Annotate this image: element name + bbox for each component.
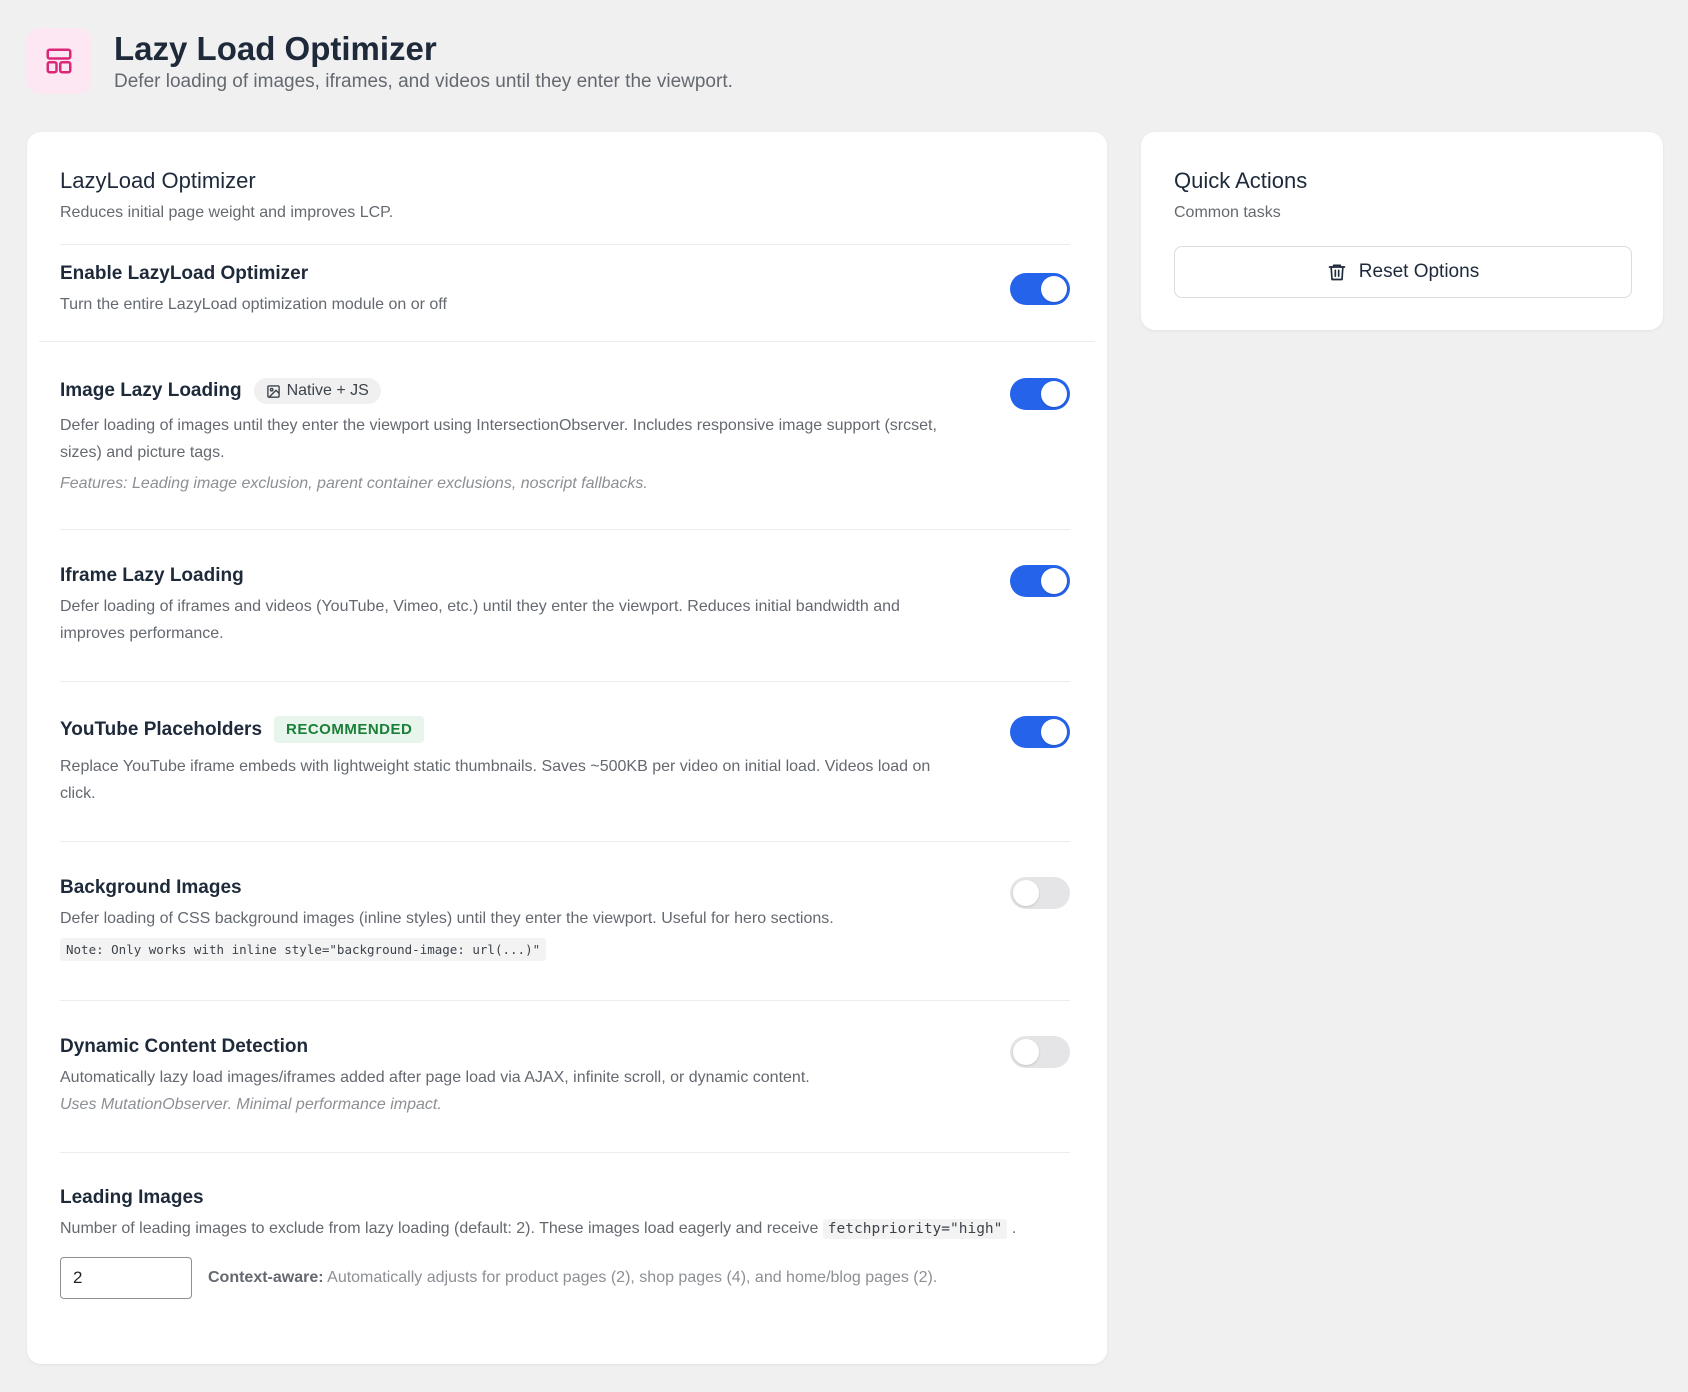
setting-image-lazy-loading: Image Lazy Loading Native + JS Defer loa…: [60, 378, 1070, 497]
setting-note: Uses MutationObserver. Minimal performan…: [60, 1096, 442, 1113]
trash-icon: [1327, 262, 1347, 282]
divider: [60, 1152, 1070, 1153]
badge-label: Native + JS: [286, 382, 369, 399]
desc-text: Number of leading images to exclude from…: [60, 1220, 819, 1237]
divider: [60, 841, 1070, 842]
setting-title: Leading Images: [60, 1187, 204, 1208]
card-subtitle: Reduces initial page weight and improves…: [60, 204, 394, 221]
page-subtitle: Defer loading of images, iframes, and vi…: [114, 71, 733, 92]
setting-title: YouTube Placeholders: [60, 718, 263, 740]
reset-options-button[interactable]: Reset Options: [1174, 246, 1632, 298]
settings-card: LazyLoad Optimizer Reduces initial page …: [27, 132, 1107, 1364]
context-aware-label: Context-aware:: [208, 1269, 324, 1286]
setting-title: Dynamic Content Detection: [60, 1036, 309, 1057]
recommended-badge: RECOMMENDED: [274, 716, 425, 743]
native-js-badge: Native + JS: [253, 378, 381, 404]
page-title: Lazy Load Optimizer: [114, 30, 437, 67]
setting-desc: Automatically lazy load images/iframes a…: [60, 1069, 810, 1086]
setting-desc: Replace YouTube iframe embeds with light…: [60, 758, 931, 802]
desc-suffix: .: [1011, 1220, 1017, 1237]
setting-leading-images: Leading Images Number of leading images …: [60, 1187, 1070, 1299]
divider: [60, 244, 1070, 245]
page-header: Lazy Load Optimizer Defer loading of ima…: [26, 28, 733, 94]
context-aware-text: Context-aware: Automatically adjusts for…: [208, 1269, 937, 1287]
code-note: Note: Only works with inline style="back…: [60, 938, 547, 961]
enable-lazyload-toggle[interactable]: [1010, 273, 1070, 305]
divider: [39, 341, 1095, 342]
image-icon: [266, 384, 281, 399]
divider: [60, 1000, 1070, 1001]
setting-title: Enable LazyLoad Optimizer: [60, 263, 309, 284]
layout-icon: [26, 28, 92, 94]
setting-desc: Defer loading of images until they enter…: [60, 417, 937, 461]
card-title: LazyLoad Optimizer: [60, 168, 256, 193]
setting-desc: Number of leading images to exclude from…: [60, 1215, 1070, 1243]
setting-desc: Defer loading of CSS background images (…: [60, 910, 834, 927]
setting-title: Iframe Lazy Loading: [60, 565, 244, 586]
leading-input-row: Context-aware: Automatically adjusts for…: [60, 1257, 1070, 1299]
setting-enable-lazyload: Enable LazyLoad Optimizer Turn the entir…: [60, 263, 1070, 318]
fetchpriority-code: fetchpriority="high": [822, 1219, 1008, 1239]
iframe-lazy-loading-toggle[interactable]: [1010, 565, 1070, 597]
leading-images-input[interactable]: [60, 1257, 192, 1299]
divider: [60, 681, 1070, 682]
setting-dynamic-content-detection: Dynamic Content Detection Automatically …: [60, 1036, 1070, 1118]
setting-desc: Defer loading of iframes and videos (You…: [60, 598, 900, 642]
quick-actions-card: Quick Actions Common tasks Reset Options: [1141, 132, 1663, 330]
image-lazy-loading-toggle[interactable]: [1010, 378, 1070, 410]
divider: [60, 529, 1070, 530]
background-images-toggle[interactable]: [1010, 877, 1070, 909]
setting-note: Features: Leading image exclusion, paren…: [60, 475, 648, 492]
setting-desc: Turn the entire LazyLoad optimization mo…: [60, 296, 447, 313]
setting-title-row: YouTube Placeholders RECOMMENDED: [60, 716, 1070, 743]
quick-actions-title: Quick Actions: [1174, 168, 1308, 193]
dynamic-content-toggle[interactable]: [1010, 1036, 1070, 1068]
setting-iframe-lazy-loading: Iframe Lazy Loading Defer loading of ifr…: [60, 565, 1070, 647]
context-aware-desc: Automatically adjusts for product pages …: [327, 1269, 938, 1286]
setting-youtube-placeholders: YouTube Placeholders RECOMMENDED Replace…: [60, 716, 1070, 807]
setting-title: Background Images: [60, 877, 242, 898]
setting-title-row: Image Lazy Loading Native + JS: [60, 378, 1070, 404]
youtube-placeholders-toggle[interactable]: [1010, 716, 1070, 748]
quick-actions-subtitle: Common tasks: [1174, 204, 1281, 221]
setting-background-images: Background Images Defer loading of CSS b…: [60, 877, 1070, 961]
reset-options-label: Reset Options: [1358, 261, 1480, 282]
setting-title: Image Lazy Loading: [60, 380, 242, 401]
